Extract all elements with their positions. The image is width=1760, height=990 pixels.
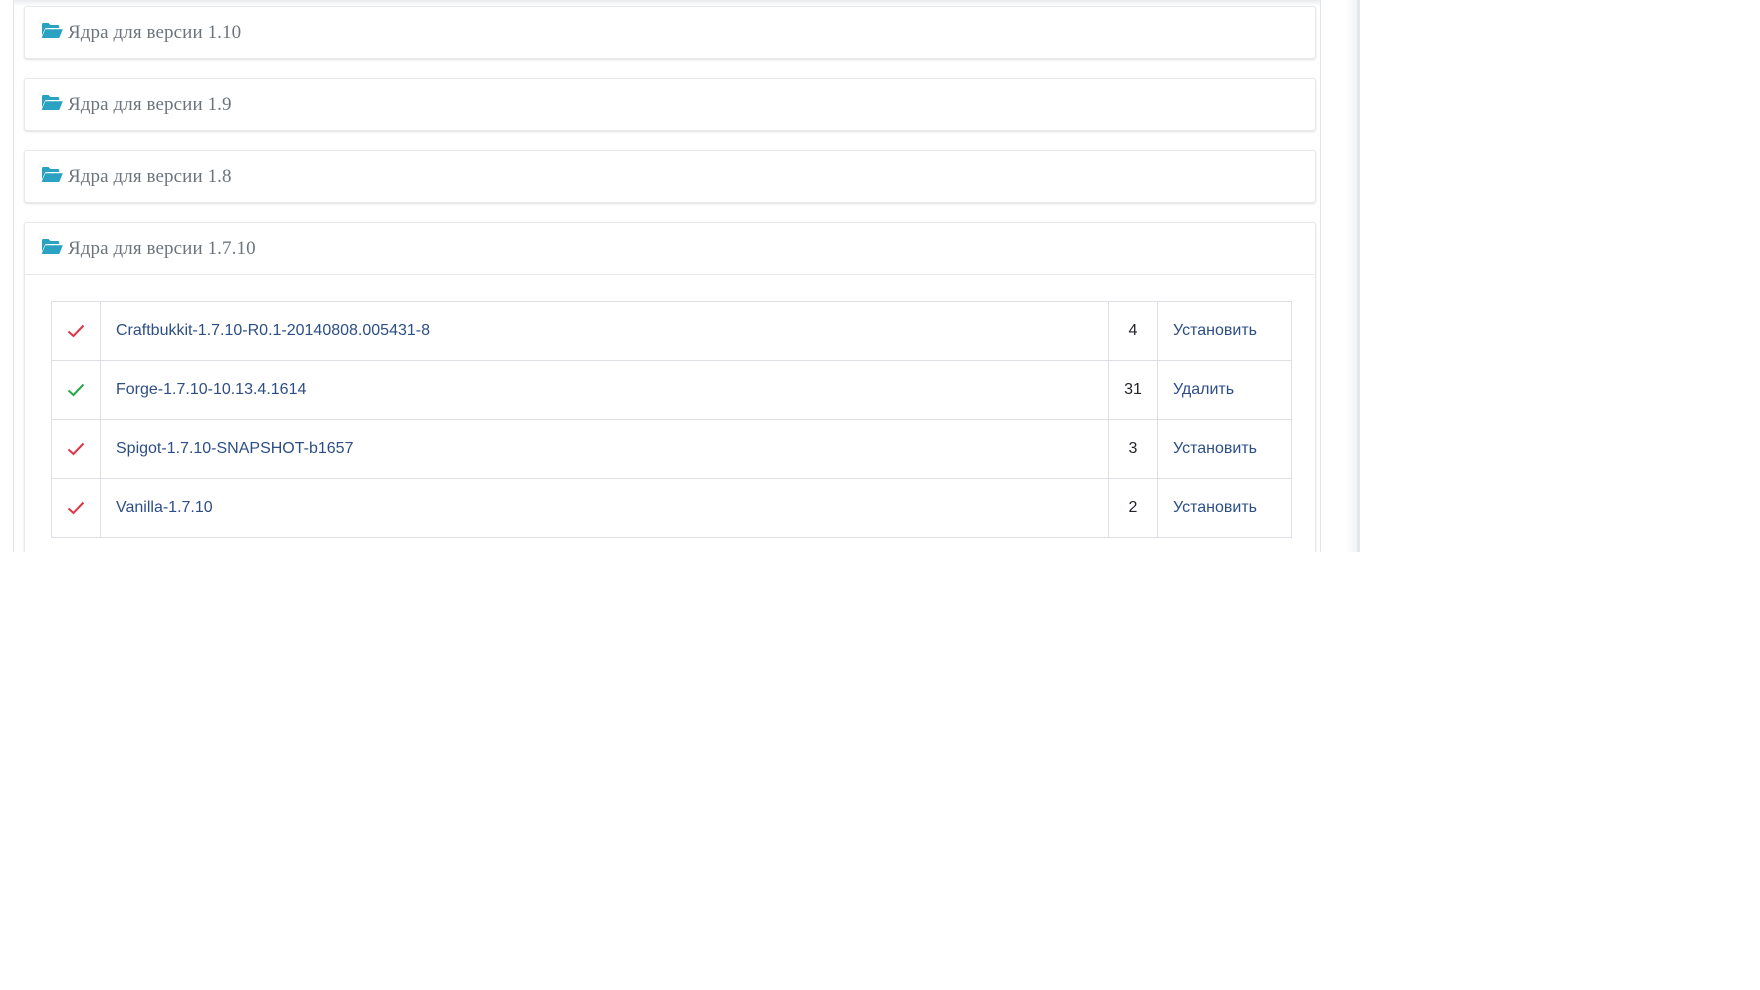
action-cell: Установить	[1157, 301, 1292, 361]
core-link[interactable]: Craftbukkit-1.7.10-R0.1-20140808.005431-…	[116, 322, 430, 339]
action-cell: Удалить	[1157, 360, 1292, 420]
core-link[interactable]: Forge-1.7.10-10.13.4.1614	[116, 381, 306, 398]
folder-open-icon	[41, 239, 63, 254]
panel-body-1-7-10: Craftbukkit-1.7.10-R0.1-20140808.005431-…	[25, 275, 1315, 552]
panel-heading-1-10[interactable]: Ядра для версии 1.10	[25, 7, 1315, 58]
panel-version-1-9: Ядра для версии 1.9	[24, 78, 1316, 131]
status-cell	[51, 360, 101, 420]
check-icon	[67, 442, 85, 456]
action-cell: Установить	[1157, 478, 1292, 538]
core-link[interactable]: Vanilla-1.7.10	[116, 499, 213, 516]
table-row: Forge-1.7.10-10.13.4.1614 31 Удалить	[51, 360, 1292, 420]
scrollbar-track[interactable]	[1357, 0, 1360, 552]
panel-heading-1-9[interactable]: Ядра для версии 1.9	[25, 79, 1315, 130]
core-count: 4	[1108, 301, 1158, 361]
panel-version-1-7-10: Ядра для версии 1.7.10 Craftbukkit-1.7.1…	[24, 222, 1316, 552]
content-card: Ядра для версии 1.10 Ядра для версии 1.9	[13, 0, 1321, 552]
core-name-cell: Forge-1.7.10-10.13.4.1614	[100, 360, 1109, 420]
status-cell	[51, 301, 101, 361]
cores-table: Craftbukkit-1.7.10-R0.1-20140808.005431-…	[51, 301, 1292, 538]
panel-title: Ядра для версии 1.9	[68, 93, 232, 115]
panel-title: Ядра для версии 1.10	[68, 21, 242, 43]
core-name-cell: Craftbukkit-1.7.10-R0.1-20140808.005431-…	[100, 301, 1109, 361]
folder-open-icon	[41, 167, 63, 182]
panel-title: Ядра для версии 1.8	[68, 165, 232, 187]
panel-heading-1-8[interactable]: Ядра для версии 1.8	[25, 151, 1315, 202]
table-row: Vanilla-1.7.10 2 Установить	[51, 478, 1292, 538]
status-cell	[51, 419, 101, 479]
folder-open-icon	[41, 23, 63, 38]
panel-version-1-10: Ядра для версии 1.10	[24, 6, 1316, 59]
table-row: Spigot-1.7.10-SNAPSHOT-b1657 3 Установит…	[51, 419, 1292, 479]
delete-button[interactable]: Удалить	[1173, 381, 1234, 398]
status-cell	[51, 478, 101, 538]
install-button[interactable]: Установить	[1173, 322, 1257, 339]
folder-open-icon	[41, 95, 63, 110]
action-cell: Установить	[1157, 419, 1292, 479]
check-icon	[67, 383, 85, 397]
panel-version-1-8: Ядра для версии 1.8	[24, 150, 1316, 203]
core-link[interactable]: Spigot-1.7.10-SNAPSHOT-b1657	[116, 440, 353, 457]
check-icon	[67, 501, 85, 515]
page: Ядра для версии 1.10 Ядра для версии 1.9	[0, 0, 1760, 990]
versions-accordion: Ядра для версии 1.10 Ядра для версии 1.9	[24, 6, 1316, 552]
core-count: 3	[1108, 419, 1158, 479]
check-icon	[67, 324, 85, 338]
panel-title: Ядра для версии 1.7.10	[68, 237, 256, 259]
install-button[interactable]: Установить	[1173, 440, 1257, 457]
panel-heading-1-7-10[interactable]: Ядра для версии 1.7.10	[25, 223, 1315, 275]
core-count: 2	[1108, 478, 1158, 538]
install-button[interactable]: Установить	[1173, 499, 1257, 516]
core-name-cell: Vanilla-1.7.10	[100, 478, 1109, 538]
core-count: 31	[1108, 360, 1158, 420]
table-row: Craftbukkit-1.7.10-R0.1-20140808.005431-…	[51, 301, 1292, 361]
core-name-cell: Spigot-1.7.10-SNAPSHOT-b1657	[100, 419, 1109, 479]
